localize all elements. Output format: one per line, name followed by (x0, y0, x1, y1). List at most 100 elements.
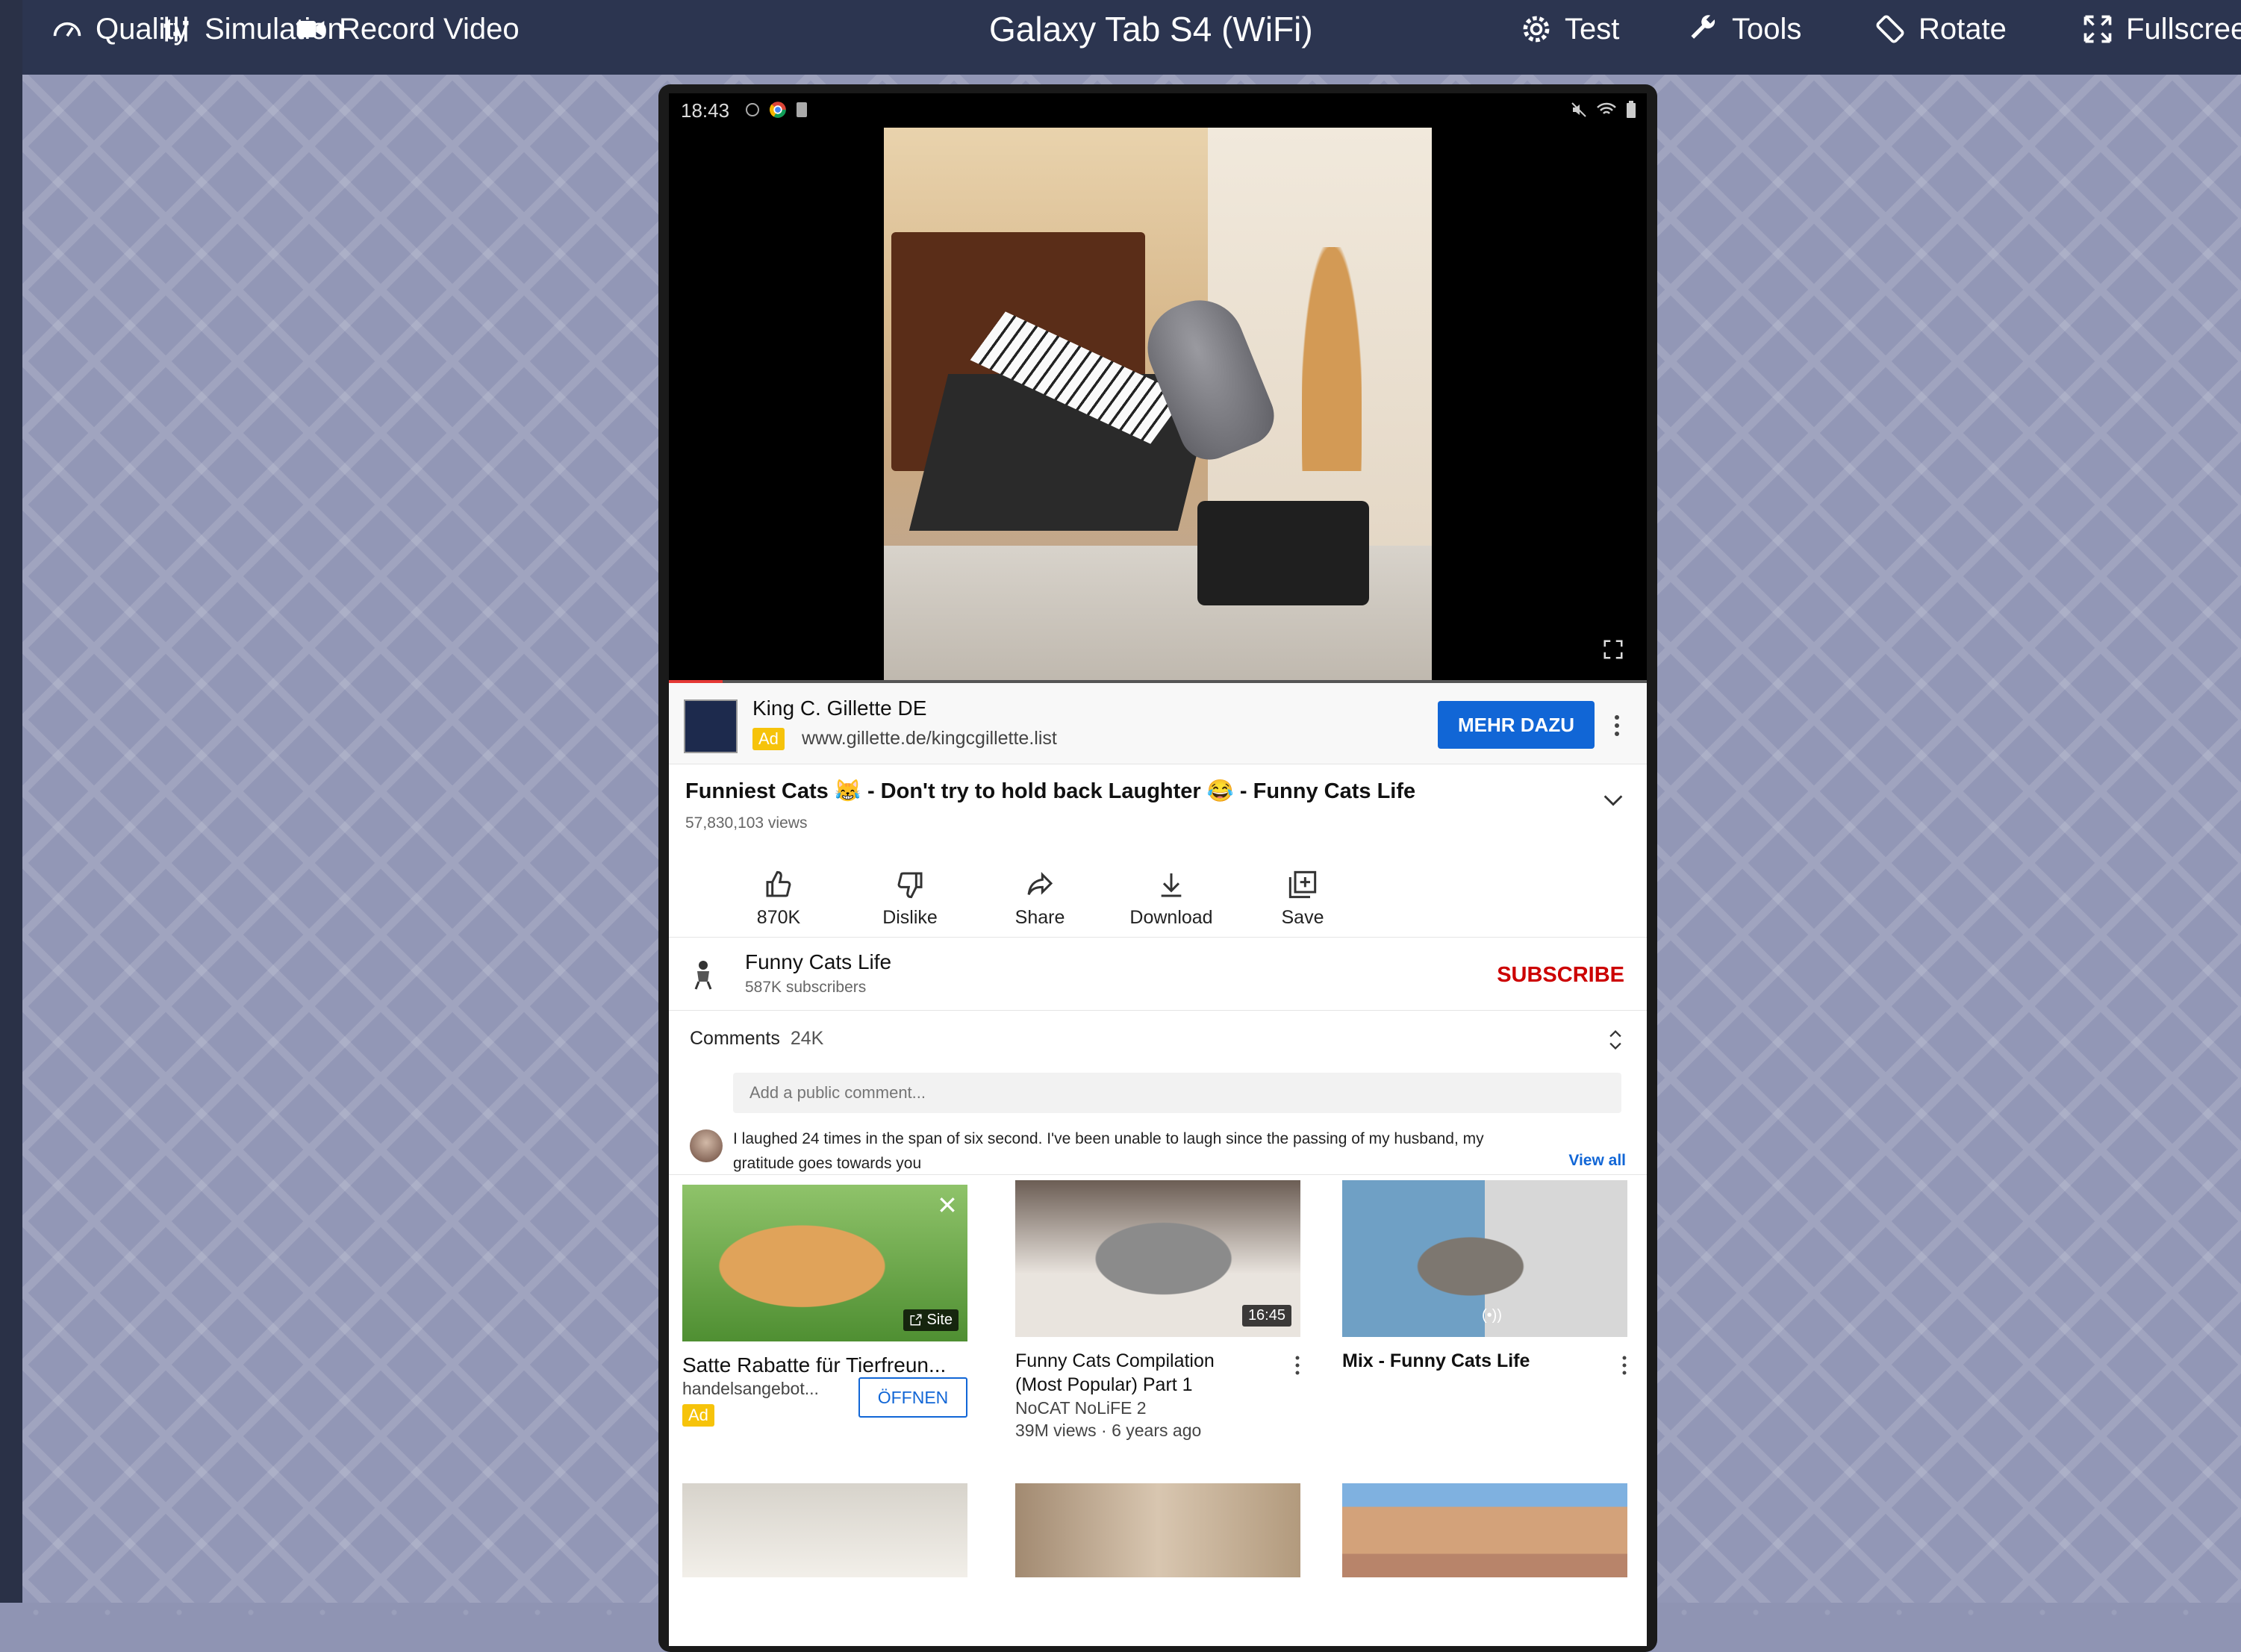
compilation-title-line-2: (Most Popular) Part 1 (1015, 1374, 1193, 1395)
record-video-label: Record Video (339, 12, 520, 46)
offnen-button[interactable]: ÖFFNEN (858, 1377, 967, 1418)
download-button[interactable]: Download (1115, 870, 1227, 929)
test-label: Test (1565, 12, 1620, 46)
save-button[interactable]: Save (1247, 870, 1359, 929)
compilation-meta: 39M views · 6 years ago (1015, 1421, 1202, 1440)
gauge-icon (53, 22, 81, 37)
video-bench (1197, 501, 1369, 605)
share-button[interactable]: Share (984, 870, 1096, 929)
wifi-icon (1597, 102, 1616, 114)
thumbs-down-icon (897, 872, 923, 899)
channel-name[interactable]: Funny Cats Life (745, 950, 891, 974)
thumbs-up-icon (766, 870, 791, 897)
channel-avatar[interactable] (688, 958, 718, 991)
thumbnail-frisbee-dog[interactable] (682, 1483, 967, 1577)
wrench-icon (1691, 15, 1715, 39)
share-label: Share (1014, 907, 1065, 928)
video-title: Funniest Cats 😹 - Don't try to hold back… (685, 779, 1416, 803)
like-count: 870K (756, 907, 801, 928)
battery-icon (1627, 101, 1636, 118)
mute-icon (1571, 102, 1586, 117)
advertiser-logo (684, 699, 738, 753)
ad-more-icon[interactable] (1614, 714, 1620, 737)
download-icon (1161, 873, 1182, 897)
chevron-down-icon[interactable] (1601, 788, 1626, 813)
more-options-icon[interactable] (1621, 1355, 1627, 1376)
mehr-dazu-button[interactable]: MEHR DAZU (1438, 701, 1595, 749)
fullscreen-label: Fullscree (2126, 12, 2241, 46)
status-icons-right (1571, 101, 1636, 119)
comments-count: 24K (790, 1028, 824, 1049)
share-icon (1027, 872, 1053, 896)
comment-input[interactable] (733, 1073, 1621, 1113)
video-frame (884, 128, 1432, 683)
device-frame: 18:43 King C. Gillette DE Ad www.gillett… (658, 84, 1657, 1652)
record-video-button[interactable]: Record Video (294, 0, 520, 58)
status-time: 18:43 (681, 99, 730, 122)
expand-comments-icon[interactable] (1605, 1028, 1626, 1052)
sim-icon (797, 102, 807, 117)
channel-row: Funny Cats Life 587K subscribers SUBSCRI… (669, 937, 1647, 1011)
subscribe-button[interactable]: SUBSCRIBE (1492, 962, 1629, 988)
mix-title: Mix - Funny Cats Life (1342, 1350, 1530, 1371)
ad-thumbnail[interactable]: Site (682, 1185, 967, 1341)
compilation-channel: NoCAT NoLiFE 2 (1015, 1398, 1147, 1418)
site-tag-label: Site (926, 1312, 953, 1328)
comments-header: Comments 24K (690, 1028, 823, 1050)
device-screen[interactable]: 18:43 King C. Gillette DE Ad www.gillett… (669, 93, 1647, 1646)
video-camera-icon (296, 21, 325, 37)
ad-card-title: Satte Rabatte für Tierfreun... (682, 1353, 947, 1377)
comments-label: Comments (690, 1028, 780, 1049)
video-fullscreen-icon[interactable] (1602, 638, 1624, 661)
channel-subscribers: 587K subscribers (745, 979, 867, 996)
rotate-button[interactable]: Rotate (1874, 0, 2007, 58)
comments-section[interactable]: Comments 24K I laughed 24 times in the sp… (669, 1010, 1647, 1175)
video-guitar (1302, 247, 1362, 471)
duration-badge: 16:45 (1241, 1305, 1291, 1327)
expand-icon (2083, 15, 2112, 43)
thumbnail-desert[interactable] (1342, 1483, 1627, 1577)
test-button[interactable]: Test (1520, 0, 1619, 58)
dislike-label: Dislike (882, 907, 938, 928)
device-title: Galaxy Tab S4 (WiFi) (989, 10, 1313, 49)
ad-banner: King C. Gillette DE Ad www.gillette.de/k… (669, 683, 1647, 764)
video-player[interactable] (669, 128, 1647, 683)
site-tag: Site (903, 1309, 959, 1331)
sliders-icon (163, 16, 189, 42)
chrome-icon (769, 102, 786, 118)
tools-label: Tools (1732, 12, 1802, 46)
status-bar: 18:43 (669, 93, 1647, 128)
view-all-comments-link[interactable]: View all (1568, 1152, 1626, 1170)
action-row: 870K Dislike Share Download Save (669, 855, 1647, 938)
tools-button[interactable]: Tools (1687, 0, 1801, 58)
thumbnail-cats[interactable] (1015, 1483, 1300, 1577)
close-icon[interactable] (938, 1195, 957, 1215)
advertiser-name: King C. Gillette DE (752, 696, 927, 720)
ad-url[interactable]: www.gillette.de/kingcgillette.list (802, 728, 1057, 749)
rotate-label: Rotate (1919, 12, 2007, 46)
dislike-button[interactable]: Dislike (854, 870, 966, 929)
status-icons-left (745, 101, 808, 119)
left-strip (0, 0, 22, 1603)
download-label: Download (1129, 907, 1213, 928)
compilation-title-line-1: Funny Cats Compilation (1015, 1350, 1215, 1371)
video-card-compilation[interactable]: 16:45 Funny Cats Compilation (Most Popul… (1015, 1180, 1300, 1441)
commenter-avatar (690, 1129, 723, 1162)
video-views: 57,830,103 views (685, 814, 808, 832)
emulator-toolbar: Quality Simulation Record Video Galaxy T… (22, 0, 2241, 75)
mix-card[interactable]: (•)) Mix - Funny Cats Life (1342, 1180, 1627, 1376)
mix-thumbnail[interactable]: (•)) (1342, 1180, 1627, 1337)
ad-card[interactable]: Site Satte Rabatte für Tierfreun... hand… (682, 1185, 967, 1427)
more-options-icon[interactable] (1294, 1355, 1300, 1376)
ad-badge: Ad (752, 728, 785, 750)
live-radio-tag: (•)) (1482, 1307, 1502, 1324)
info-icon (746, 103, 759, 116)
compilation-thumbnail[interactable]: 16:45 (1015, 1180, 1300, 1337)
fullscreen-button[interactable]: Fullscree (2081, 0, 2241, 58)
like-button[interactable]: 870K (723, 870, 835, 929)
add-to-playlist-icon (1288, 870, 1317, 899)
top-comment-text: I laughed 24 times in the span of six se… (733, 1130, 1484, 1172)
gear-icon (1523, 16, 1550, 43)
external-link-icon (910, 1314, 922, 1326)
rotate-icon (1876, 15, 1904, 43)
